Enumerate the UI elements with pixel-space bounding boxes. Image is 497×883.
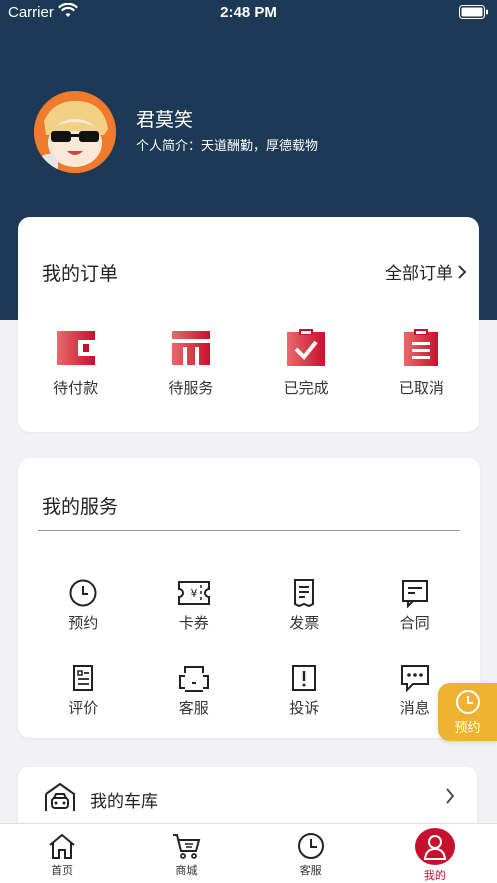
svg-text:¥: ¥ xyxy=(190,587,197,600)
garage-icon xyxy=(45,782,75,811)
service-label: 评价 xyxy=(68,699,99,717)
home-icon xyxy=(49,833,75,859)
tab-home[interactable]: 首页 xyxy=(0,824,124,883)
battery-icon xyxy=(459,5,489,23)
service-contract[interactable]: 合同 xyxy=(360,578,471,633)
chevron-right-icon xyxy=(458,264,467,279)
service-label: 预约 xyxy=(68,614,99,632)
bottom-tab-bar: 首页 商城 客服 我的 xyxy=(0,823,497,883)
order-status-grid: 待付款 待服务 已完成 已取消 xyxy=(18,329,479,398)
divider xyxy=(38,530,460,531)
profile-section[interactable]: 君莫笑 个人简介：天道酬勤，厚德载物 xyxy=(34,91,474,175)
clipboard-check-icon xyxy=(287,329,326,366)
service-review[interactable]: 评价 xyxy=(28,663,139,718)
services-row: 预约 ¥ 卡券 发票 合同 xyxy=(28,578,470,633)
wallet-icon xyxy=(56,331,95,365)
tab-mine[interactable]: 我的 xyxy=(373,824,497,883)
tab-label: 我的 xyxy=(423,869,446,882)
service-label: 发票 xyxy=(289,614,320,632)
all-orders-link[interactable]: 全部订单 xyxy=(385,259,467,284)
order-completed[interactable]: 已完成 xyxy=(249,329,364,398)
my-orders-card: 我的订单 全部订单 待付款 待服务 已完成 已取消 xyxy=(18,217,479,432)
service-label: 消息 xyxy=(399,699,430,717)
customer-service-icon xyxy=(178,666,209,692)
service-appointment[interactable]: 预约 xyxy=(28,578,139,633)
tab-label: 首页 xyxy=(51,864,74,877)
garage-title: 我的车库 xyxy=(90,792,158,812)
order-cancelled[interactable]: 已取消 xyxy=(364,329,479,398)
username: 君莫笑 xyxy=(136,109,194,131)
clipboard-list-icon xyxy=(404,329,439,366)
tab-service[interactable]: 客服 xyxy=(249,824,373,883)
order-pending-payment[interactable]: 待付款 xyxy=(18,329,133,398)
tab-mall[interactable]: 商城 xyxy=(124,824,248,883)
invoice-icon xyxy=(294,579,315,608)
tab-label: 商城 xyxy=(175,864,198,877)
floating-appointment-button[interactable]: 预约 xyxy=(438,683,497,741)
my-services-card: 我的服务 预约 ¥ 卡券 发票 合同 评价 客服 投诉 消息 xyxy=(18,458,480,738)
cart-icon xyxy=(173,834,201,859)
floating-button-label: 预约 xyxy=(454,720,481,736)
service-customer-service[interactable]: 客服 xyxy=(139,663,250,718)
order-label: 已取消 xyxy=(398,379,444,397)
service-label: 客服 xyxy=(178,699,209,717)
service-coupons[interactable]: ¥ 卡券 xyxy=(139,578,250,633)
clock-time: 2:48 PM xyxy=(220,4,277,21)
chevron-right-icon xyxy=(446,788,455,804)
complaint-icon xyxy=(292,665,317,691)
order-label: 已完成 xyxy=(283,379,329,397)
service-complaint[interactable]: 投诉 xyxy=(249,663,360,718)
message-icon xyxy=(400,665,429,693)
services-title: 我的服务 xyxy=(42,496,119,518)
avatar[interactable] xyxy=(34,91,116,173)
bio-text: 个人简介：天道酬勤，厚德载物 xyxy=(136,139,319,154)
status-bar: Carrier 2:48 PM xyxy=(0,0,497,26)
orders-title: 我的订单 xyxy=(42,263,119,285)
clock-icon xyxy=(69,579,97,607)
order-label: 待服务 xyxy=(168,379,214,397)
service-label: 投诉 xyxy=(289,699,320,717)
service-label: 合同 xyxy=(399,614,430,632)
review-icon xyxy=(73,665,94,691)
clock-icon xyxy=(455,689,480,714)
tab-label: 客服 xyxy=(299,864,322,877)
user-icon xyxy=(414,828,455,865)
all-orders-label: 全部订单 xyxy=(385,264,453,284)
coupon-icon: ¥ xyxy=(177,581,210,605)
order-label: 待付款 xyxy=(53,379,99,397)
order-pending-service[interactable]: 待服务 xyxy=(133,329,248,398)
services-row: 评价 客服 投诉 消息 xyxy=(28,663,470,718)
clock-icon xyxy=(297,833,324,859)
service-label: 卡券 xyxy=(178,614,209,632)
service-invoice[interactable]: 发票 xyxy=(249,578,360,633)
contract-icon xyxy=(401,580,428,608)
service-box-icon xyxy=(171,331,210,365)
